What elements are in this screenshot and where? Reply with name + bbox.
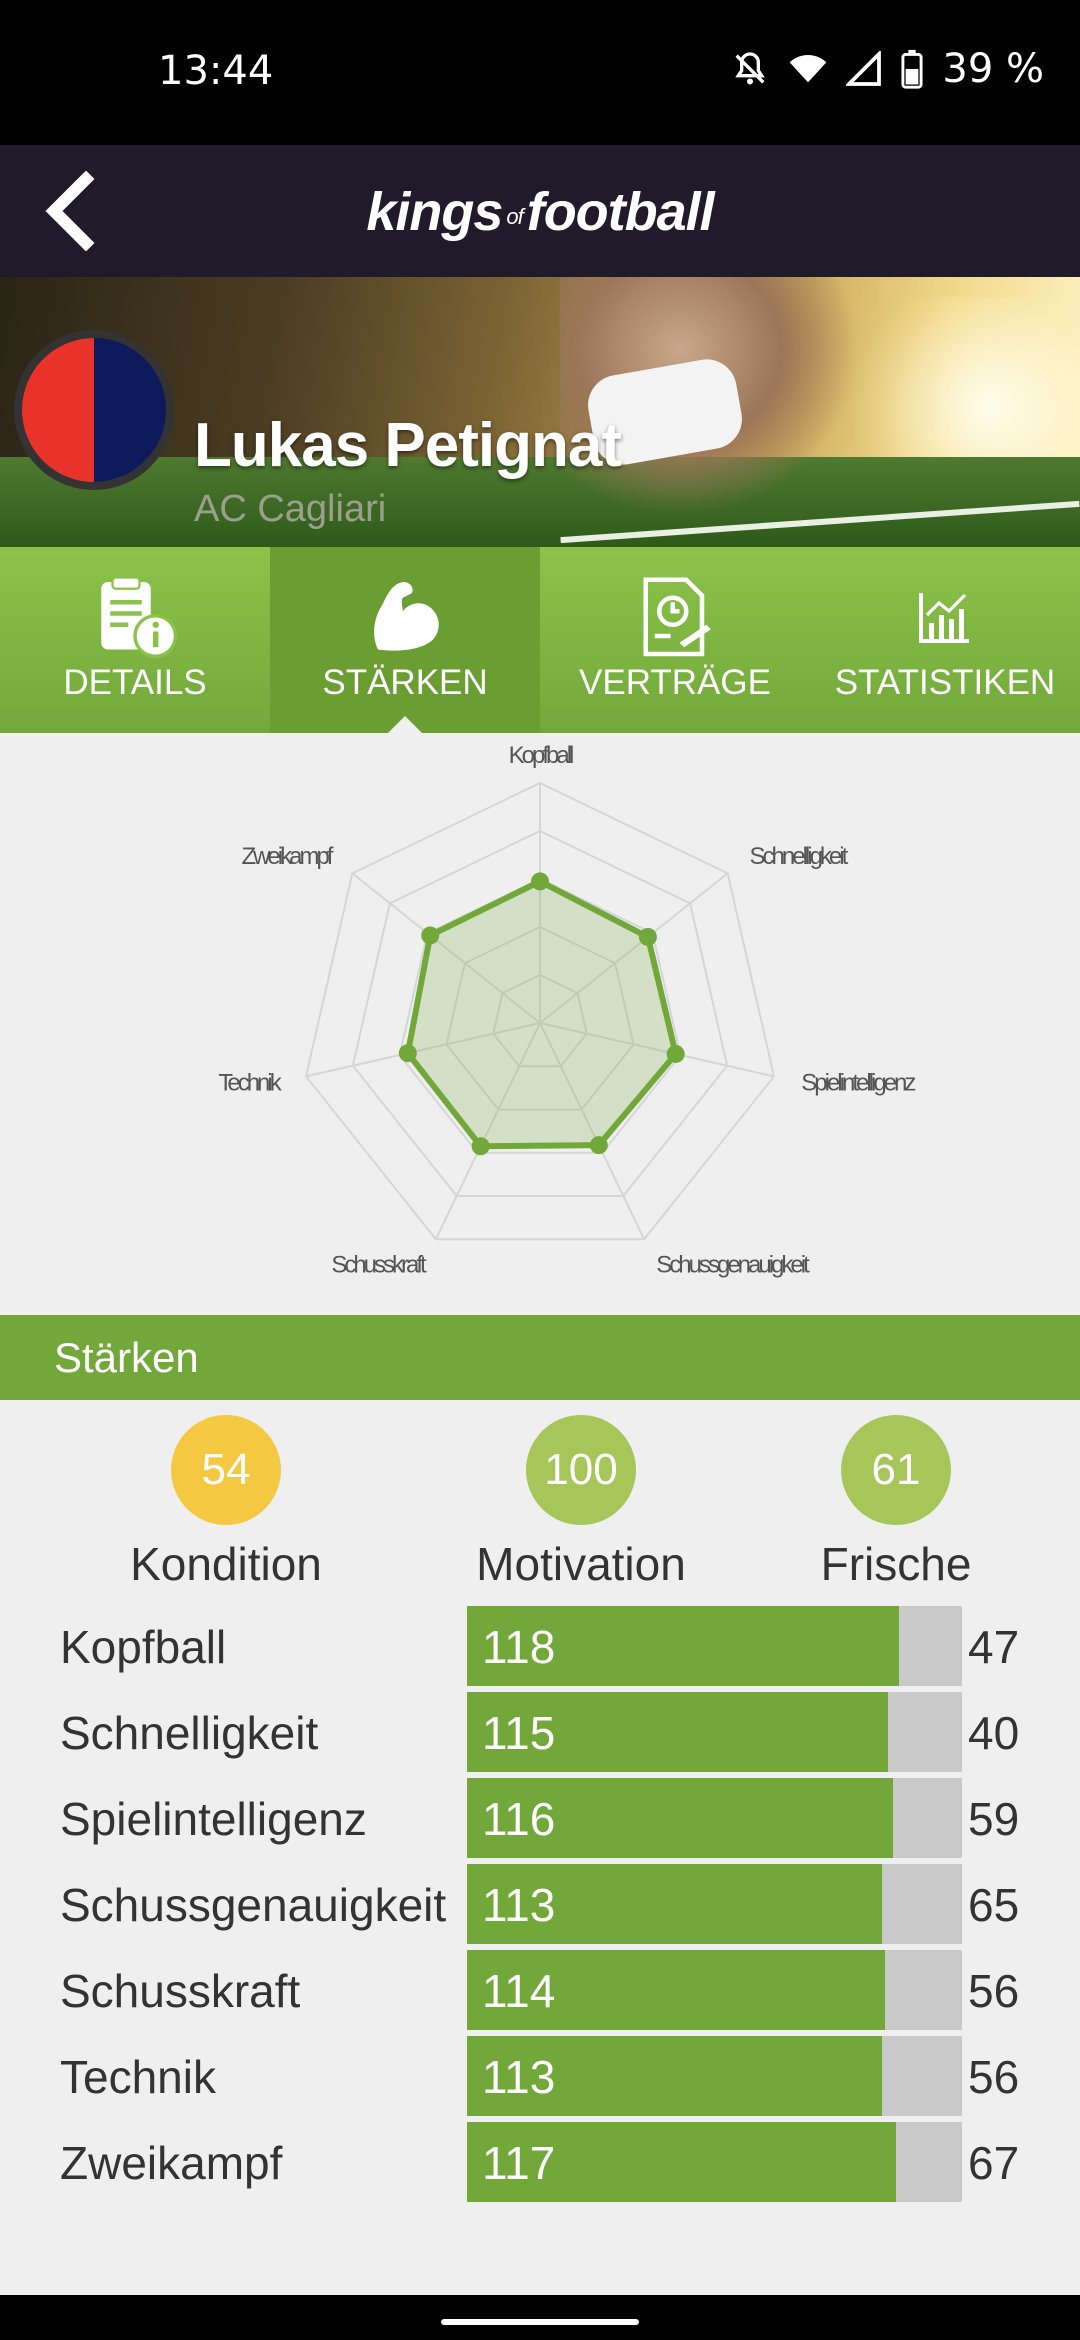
club-badge xyxy=(14,330,174,490)
skill-value: 118 xyxy=(482,1621,556,1673)
skill-value: 116 xyxy=(482,1793,556,1845)
tab-bar: DETAILS STÄRKEN VERTRÄGE STATISTIKEN xyxy=(0,547,1080,734)
battery-icon xyxy=(900,49,924,89)
player-club[interactable]: AC Cagliari xyxy=(194,488,386,531)
section-title: Stärken xyxy=(0,1315,1080,1400)
skill-bar: 115 xyxy=(467,1692,962,1772)
radar-point-schusskraft xyxy=(471,1137,490,1156)
metric-circle: 61 xyxy=(841,1415,951,1525)
system-nav-bar xyxy=(0,2295,1080,2340)
radar-axis-label: Schussgenauigkeit xyxy=(656,1251,810,1278)
contract-clock-icon xyxy=(540,573,810,663)
metric-circle: 100 xyxy=(526,1415,636,1525)
logo-word-kings: kings xyxy=(366,182,503,242)
status-time: 13:44 xyxy=(158,48,274,94)
skill-name: Kopfball xyxy=(60,1621,227,1673)
app-header: kings offootball xyxy=(0,145,1080,277)
tab-staerken-label: STÄRKEN xyxy=(322,663,488,702)
condition-metrics: 54 Kondition 100 Motivation 61 Frische xyxy=(0,1415,1080,1595)
radar-axis-label: Zweikampf xyxy=(241,843,333,870)
skill-name: Schusskraft xyxy=(60,1965,301,2017)
tab-statistiken[interactable]: STATISTIKEN xyxy=(810,547,1080,733)
skill-name: Zweikampf xyxy=(60,2137,283,2189)
skill-bar: 117 xyxy=(467,2122,962,2202)
skill-value: 115 xyxy=(482,1707,556,1759)
skill-value: 114 xyxy=(482,1965,556,2017)
skill-secondary-value: 40 xyxy=(968,1707,1020,1759)
flexed-arm-icon xyxy=(270,573,540,663)
skill-secondary-value: 56 xyxy=(968,1965,1020,2017)
player-name: Lukas Petignat xyxy=(194,411,622,480)
tab-statistiken-label: STATISTIKEN xyxy=(834,663,1056,702)
metric-kondition: 54 Kondition xyxy=(96,1415,356,1591)
tab-details-label: DETAILS xyxy=(63,663,207,702)
metric-label: Kondition xyxy=(130,1538,322,1590)
metric-motivation: 100 Motivation xyxy=(451,1415,711,1591)
tab-staerken[interactable]: STÄRKEN xyxy=(270,547,540,734)
radar-axis-label: Schusskraft xyxy=(331,1251,427,1278)
club-color-right xyxy=(94,338,166,482)
status-bar: 13:44 39 % xyxy=(0,0,1080,145)
radar-series xyxy=(404,878,679,1150)
metric-label: Motivation xyxy=(476,1538,686,1590)
tab-vertraege-label: VERTRÄGE xyxy=(579,663,771,702)
club-color-left xyxy=(22,338,94,482)
status-icons: 39 % xyxy=(730,46,1044,92)
wifi-icon xyxy=(788,49,828,89)
skill-bar: 116 xyxy=(467,1778,962,1858)
skill-secondary-value: 67 xyxy=(968,2137,1020,2189)
radar-point-kopfball xyxy=(531,872,549,891)
battery-percent: 39 % xyxy=(942,46,1044,92)
metric-frische: 61 Frische xyxy=(766,1415,1026,1591)
skill-row-schnelligkeit: Schnelligkeit 115 40 xyxy=(0,1692,1080,1772)
skill-secondary-value: 56 xyxy=(968,2051,1020,2103)
skill-row-kopfball: Kopfball 118 47 xyxy=(0,1606,1080,1686)
skill-name: Schnelligkeit xyxy=(60,1707,319,1759)
skill-row-zweikampf: Zweikampf 117 67 xyxy=(0,2122,1080,2202)
logo-word-football: football xyxy=(526,182,715,242)
home-gesture-handle[interactable] xyxy=(441,2319,639,2325)
logo-word-of: of xyxy=(506,204,523,229)
skill-name: Schussgenauigkeit xyxy=(60,1879,447,1931)
signal-icon xyxy=(846,51,882,87)
skill-secondary-value: 65 xyxy=(968,1879,1020,1931)
skill-bar: 113 xyxy=(467,1864,962,1944)
radar-point-schnelligkeit xyxy=(638,927,657,946)
skill-row-technik: Technik 113 56 xyxy=(0,2036,1080,2116)
tab-details[interactable]: DETAILS xyxy=(0,547,270,733)
skill-bar: 114 xyxy=(467,1950,962,2030)
radar-point-spielintelligenz xyxy=(666,1044,685,1063)
radar-axis-label: Schnelligkeit xyxy=(750,843,849,870)
tab-vertraege[interactable]: VERTRÄGE xyxy=(540,547,810,733)
radar-point-schussgenauigkeit xyxy=(589,1136,608,1155)
skill-name: Technik xyxy=(60,2051,216,2103)
skill-row-schussgenauigkeit: Schussgenauigkeit 113 65 xyxy=(0,1864,1080,1944)
radar-point-zweikampf xyxy=(421,926,440,945)
radar-svg: Kopfball Schnelligkeit Spielintelligenz Sch… xyxy=(218,742,918,1278)
notifications-off-icon xyxy=(730,49,770,89)
skill-row-spielintelligenz: Spielintelligenz 116 59 xyxy=(0,1778,1080,1858)
radar-point-technik xyxy=(398,1044,417,1063)
skill-value: 113 xyxy=(482,1879,556,1931)
skill-bar: 113 xyxy=(467,2036,962,2116)
skill-row-schusskraft: Schusskraft 114 56 xyxy=(0,1950,1080,2030)
metric-circle: 54 xyxy=(171,1415,281,1525)
radar-axis-label: Technik xyxy=(218,1070,282,1097)
radar-axis-label: Spielintelligenz xyxy=(801,1070,915,1097)
skill-secondary-value: 59 xyxy=(968,1793,1020,1845)
skill-value: 113 xyxy=(482,2051,556,2103)
radar-chart: Kopfball Schnelligkeit Spielintelligenz Sch… xyxy=(0,733,1080,1315)
skill-name: Spielintelligenz xyxy=(60,1793,367,1845)
skill-secondary-value: 47 xyxy=(968,1621,1020,1673)
skill-value: 117 xyxy=(482,2137,556,2189)
radar-axis-label: Kopfball xyxy=(509,742,573,769)
document-info-icon xyxy=(0,573,270,663)
bar-chart-icon xyxy=(810,587,1080,647)
metric-label: Frische xyxy=(820,1538,972,1590)
skill-bar: 118 xyxy=(467,1606,962,1686)
app-logo: kings offootball xyxy=(0,181,1080,243)
